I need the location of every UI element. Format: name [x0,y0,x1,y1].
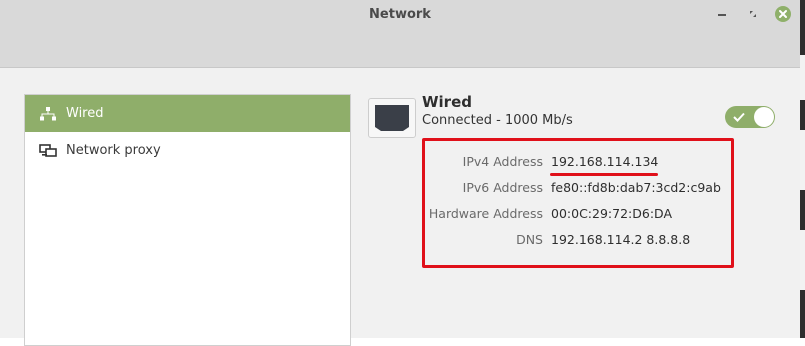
minimize-icon [718,14,726,16]
detail-label: IPv4 Address [462,154,543,169]
sidebar-item-wired[interactable]: Wired [25,95,350,132]
wired-device-icon [368,98,416,138]
detail-value: 192.168.114.134 [551,154,659,169]
check-icon [733,112,745,122]
edge-segment [800,230,805,290]
edge-segment [800,130,805,190]
window-content: Wired Network proxy Wired Connected - 10… [0,68,800,346]
detail-value: 00:0C:29:72:D6:DA [551,206,672,221]
wired-network-icon [38,106,58,122]
detail-row-hardware: Hardware Address 00:0C:29:72:D6:DA [425,206,731,226]
maximize-button[interactable] [745,6,761,22]
wired-toggle[interactable] [725,106,775,128]
window-titlebar: Network [0,0,800,68]
wired-status: Connected - 1000 Mb/s [422,113,573,128]
toggle-knob [754,107,774,127]
background-window-edge [800,0,805,338]
sidebar-item-label: Network proxy [66,143,161,158]
wired-title: Wired [422,93,472,111]
edge-segment [800,55,805,100]
sidebar: Wired Network proxy [24,94,351,346]
detail-row-ipv4: IPv4 Address 192.168.114.134 [425,154,731,176]
detail-label: Hardware Address [428,206,543,221]
detail-row-ipv6: IPv6 Address fe80::fd8b:dab7:3cd2:c9ab [425,180,731,200]
detail-row-dns: DNS 192.168.114.2 8.8.8.8 [425,232,731,252]
detail-value: 192.168.114.2 8.8.8.8 [551,232,691,247]
ipv4-highlight-underline [550,173,658,176]
close-button[interactable] [775,6,791,22]
sidebar-item-network-proxy[interactable]: Network proxy [25,132,350,169]
minimize-button[interactable] [714,6,730,22]
detail-label: DNS [516,232,543,247]
connection-details: IPv4 Address 192.168.114.134 IPv6 Addres… [422,138,734,268]
window-title: Network [369,7,431,22]
detail-label: IPv6 Address [462,180,543,195]
network-proxy-icon [38,143,58,159]
detail-value: fe80::fd8b:dab7:3cd2:c9ab [551,180,721,195]
close-icon [779,10,787,18]
maximize-icon [750,11,756,17]
sidebar-item-label: Wired [66,106,104,121]
